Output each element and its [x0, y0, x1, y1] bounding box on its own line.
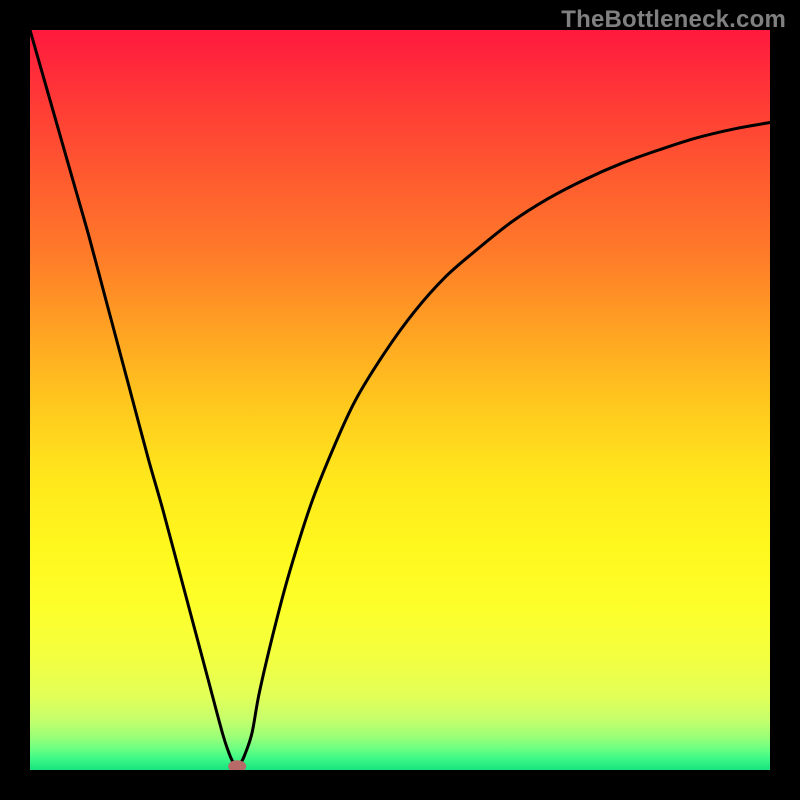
chart-svg — [30, 30, 770, 770]
gradient-background — [30, 30, 770, 770]
watermark-text: TheBottleneck.com — [561, 6, 786, 34]
chart-container: TheBottleneck.com — [0, 0, 800, 800]
plot-area — [30, 30, 770, 770]
